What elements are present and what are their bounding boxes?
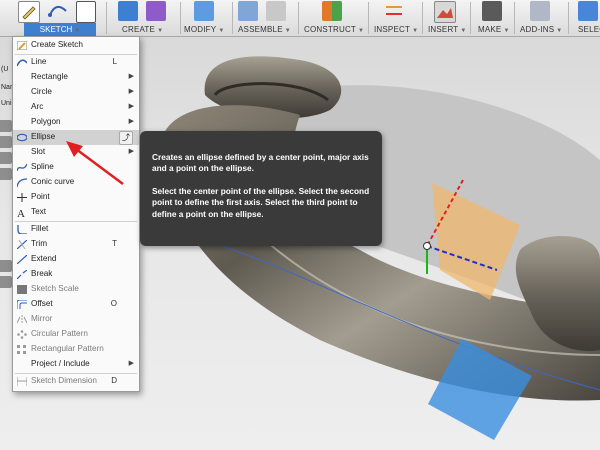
annotation-arrow: [66, 141, 124, 186]
